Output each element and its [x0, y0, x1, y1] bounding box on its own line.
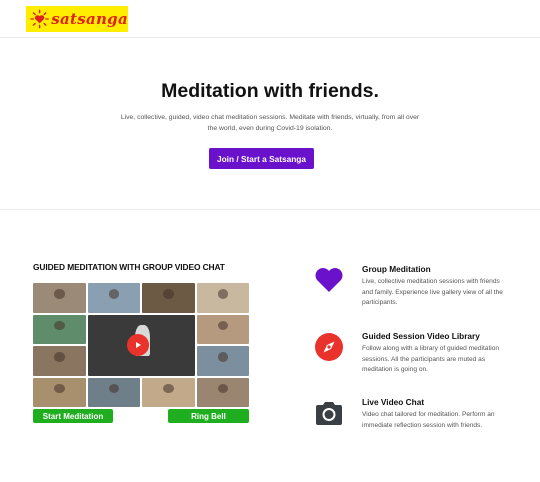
participant-video-tile: [33, 346, 86, 376]
feature-title: Group Meditation: [362, 264, 431, 274]
hero-title: Meditation with friends.: [161, 80, 379, 102]
participant-video-tile: [142, 377, 195, 407]
camera-icon: [316, 402, 342, 425]
top-bar: satsanga: [0, 0, 540, 38]
hero-subtitle: Live, collective, guided, video chat med…: [120, 114, 420, 132]
participant-video-tile: [33, 377, 86, 407]
main-video-tile: [87, 314, 195, 376]
demo-title: GUIDED MEDITATION WITH GROUP VIDEO CHAT: [33, 262, 225, 272]
participant-video-tile: [196, 283, 249, 313]
video-gallery: [33, 283, 249, 407]
hero-section: Meditation with friends. Live, collectiv…: [0, 38, 540, 210]
feature-description: Live, collective meditation sessions wit…: [362, 278, 503, 307]
sun-heart-icon: [30, 9, 49, 29]
participant-video-tile: [196, 314, 249, 344]
record-icon[interactable]: [127, 334, 149, 356]
participant-video-tile: [196, 346, 249, 376]
participant-video-tile: [196, 377, 249, 407]
play-icon: [136, 342, 141, 348]
start-meditation-button[interactable]: Start Meditation: [33, 409, 113, 423]
feature-title: Live Video Chat: [362, 397, 425, 407]
participant-video-tile: [33, 314, 86, 344]
join-start-button[interactable]: Join / Start a Satsanga: [209, 148, 314, 169]
feature-description: Follow along with a library of guided me…: [362, 345, 500, 374]
feature-title: Guided Session Video Library: [362, 331, 480, 341]
feature-description: Video chat tailored for meditation. Perf…: [362, 411, 495, 429]
participant-video-tile: [33, 283, 86, 313]
compass-icon: [315, 333, 343, 361]
satsanga-logo[interactable]: satsanga: [26, 6, 128, 32]
participant-video-tile: [142, 283, 195, 313]
participant-video-tile: [87, 283, 140, 313]
ring-bell-button[interactable]: Ring Bell: [168, 409, 249, 423]
logo-wordmark: satsanga: [51, 10, 128, 28]
heart-icon: [315, 268, 343, 292]
participant-video-tile: [87, 377, 140, 407]
